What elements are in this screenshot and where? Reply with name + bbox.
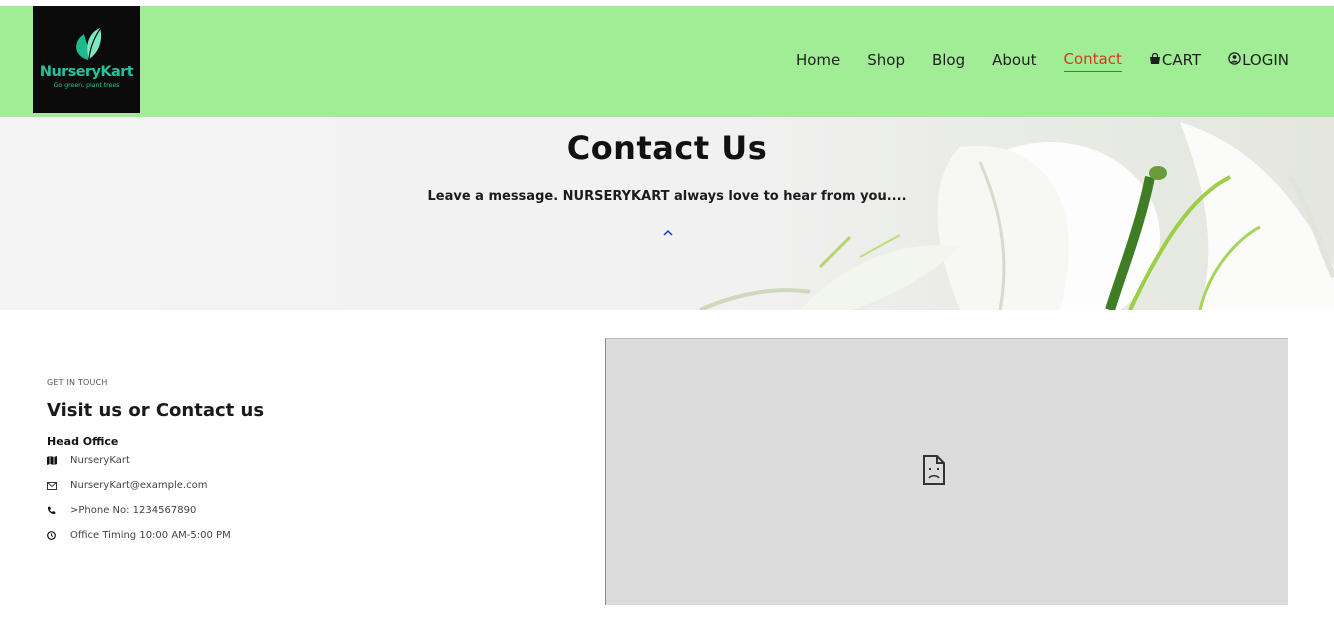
hero-subtitle: Leave a message. NURSERYKART always love… (427, 189, 907, 204)
address-text: NurseryKart (70, 455, 130, 466)
envelope-icon (47, 481, 70, 490)
nav-about[interactable]: About (992, 51, 1036, 72)
brand-tagline: Go green, plant trees (53, 81, 120, 89)
hours-row: Office Timing 10:00 AM-5:00 PM (47, 523, 547, 548)
site-header: NurseryKart Go green, plant trees Home S… (0, 6, 1334, 117)
nav-cart[interactable]: CART (1149, 51, 1201, 72)
phone-row: >Phone No: 1234567890 (47, 498, 547, 523)
phone-text: >Phone No: 1234567890 (70, 505, 197, 516)
page-title: Contact Us (566, 129, 768, 167)
address-row: NurseryKart (47, 448, 547, 473)
broken-page-icon (923, 455, 945, 485)
nav-shop[interactable]: Shop (867, 51, 905, 72)
hero-banner: Contact Us Leave a message. NURSERYKART … (0, 117, 1334, 310)
nav-home[interactable]: Home (796, 51, 840, 72)
main-nav: Home Shop Blog About Contact CART LOGIN (769, 50, 1289, 72)
contact-heading: Visit us or Contact us (47, 400, 265, 421)
hours-text: Office Timing 10:00 AM-5:00 PM (70, 530, 231, 541)
login-label: LOGIN (1242, 50, 1289, 69)
nav-contact[interactable]: Contact (1063, 50, 1122, 72)
logo[interactable]: NurseryKart Go green, plant trees (33, 6, 140, 113)
cart-label: CART (1161, 50, 1202, 69)
nav-blog[interactable]: Blog (932, 51, 965, 72)
brand-name: NurseryKart (39, 64, 134, 80)
phone-icon (47, 506, 70, 515)
nav-login[interactable]: LOGIN (1228, 51, 1289, 72)
section-eyebrow: GET IN TOUCH (47, 378, 108, 387)
email-row: NurseryKart@example.com (47, 473, 547, 498)
head-office-heading: Head Office (47, 435, 119, 448)
map-embed[interactable] (605, 338, 1288, 605)
chevron-up-icon[interactable] (662, 228, 674, 238)
contact-info: GET IN TOUCH Visit us or Contact us Head… (47, 378, 547, 548)
leaf-logo-icon (75, 28, 101, 60)
email-text[interactable]: NurseryKart@example.com (70, 480, 207, 491)
map-icon (47, 456, 70, 465)
user-icon (1228, 51, 1241, 69)
clock-icon (47, 531, 70, 540)
shopping-bag-icon (1149, 51, 1161, 69)
